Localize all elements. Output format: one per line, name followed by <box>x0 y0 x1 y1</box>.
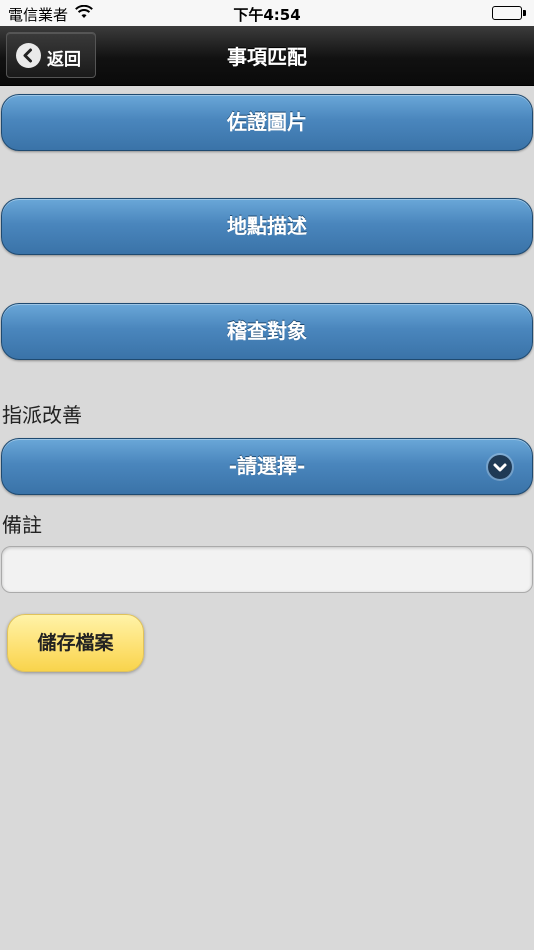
nav-header: 返回 事項匹配 <box>0 26 534 86</box>
status-time: 下午4:54 <box>233 6 301 24</box>
battery-icon <box>492 6 526 20</box>
chevron-down-icon <box>488 455 512 479</box>
save-button[interactable]: 儲存檔案 <box>7 614 144 672</box>
evidence-photo-button[interactable]: 佐證圖片 <box>1 94 533 151</box>
assign-improvement-select[interactable]: -請選擇- <box>1 438 533 495</box>
inspection-target-button[interactable]: 稽查對象 <box>1 303 533 360</box>
select-value: -請選擇- <box>228 454 306 478</box>
location-description-button[interactable]: 地點描述 <box>1 198 533 255</box>
assign-improvement-label: 指派改善 <box>2 403 82 427</box>
notes-input[interactable] <box>1 546 533 593</box>
status-bar: 電信業者 下午4:54 <box>0 0 534 26</box>
page-title: 事項匹配 <box>227 45 307 69</box>
notes-label: 備註 <box>2 513 42 537</box>
